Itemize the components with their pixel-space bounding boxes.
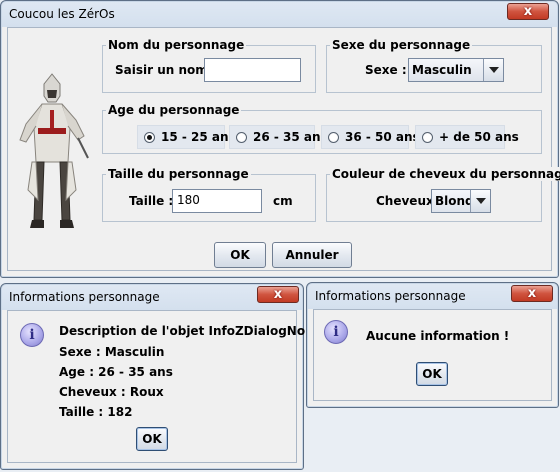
info-dialog-titlebar[interactable]: Informations personnage x [1, 284, 303, 310]
info-line-hair: Cheveux : Roux [59, 385, 164, 399]
name-input[interactable] [204, 58, 301, 82]
empty-info-dialog-close-button[interactable]: x [511, 285, 553, 302]
ok-button[interactable]: OK [214, 242, 266, 268]
close-icon: x [523, 4, 533, 19]
sex-select-value: Masculin [412, 63, 472, 77]
radio-icon [236, 131, 247, 143]
radio-icon [422, 131, 433, 143]
size-group: Taille du personnage Taille : 180 cm [102, 167, 316, 222]
hair-label: Cheveux [376, 194, 434, 208]
sex-group-legend: Sexe du personnage [330, 38, 473, 52]
size-group-legend: Taille du personnage [106, 167, 251, 181]
age-radio-0[interactable]: 15 - 25 ans [137, 125, 236, 149]
info-dialog: Informations personnage x i Description … [0, 283, 377, 470]
empty-info-dialog: Informations personnage x i Aucune infor… [306, 282, 559, 408]
empty-info-message: Aucune information ! [366, 329, 510, 343]
close-icon: x [527, 286, 537, 301]
hair-select-value: Blond [435, 194, 474, 208]
info-ok-button[interactable]: OK [136, 427, 168, 451]
age-radio-1[interactable]: 26 - 35 ans [229, 125, 328, 149]
age-radio-3-label: + de 50 ans [439, 130, 519, 144]
name-group: Nom du personnage Saisir un nom : [102, 38, 316, 93]
size-unit: cm [273, 194, 293, 208]
info-line-sex: Sexe : Masculin [59, 345, 165, 359]
size-input[interactable]: 180 [172, 189, 262, 213]
sex-select[interactable]: Masculin [408, 58, 504, 82]
main-dialog-content: Nom du personnage Saisir un nom : Sexe d… [7, 27, 560, 271]
main-dialog-title: Coucou les ZérOs [9, 7, 115, 21]
size-label: Taille : [129, 194, 174, 208]
age-radio-2-label: 36 - 50 ans [345, 130, 420, 144]
age-group-legend: Age du personnage [106, 103, 242, 117]
age-radio-1-label: 26 - 35 ans [253, 130, 328, 144]
chevron-down-icon [488, 67, 499, 73]
main-dialog-close-button[interactable]: x [507, 3, 549, 20]
hair-group-legend: Couleur de cheveux du personnage [330, 167, 560, 181]
character-image [19, 73, 89, 228]
sex-label: Sexe : [365, 63, 407, 77]
info-dialog-content: i Description de l'objet InfoZDialogNom … [7, 310, 377, 463]
hair-select[interactable]: Blond [431, 189, 491, 213]
empty-info-dialog-content: i Aucune information ! OK [313, 309, 552, 401]
close-icon: x [273, 287, 283, 302]
age-group: Age du personnage 15 - 25 ans 26 - 35 an… [102, 103, 542, 154]
age-radio-0-label: 15 - 25 ans [161, 130, 236, 144]
sex-select-arrow[interactable] [483, 59, 503, 81]
main-dialog-titlebar[interactable]: Coucou les ZérOs x [1, 1, 558, 27]
empty-info-ok-button[interactable]: OK [416, 362, 448, 386]
info-icon: i [324, 320, 348, 344]
info-dialog-close-button[interactable]: x [257, 286, 299, 303]
name-label: Saisir un nom : [115, 63, 217, 77]
info-line-size: Taille : 182 [59, 405, 133, 419]
radio-icon [328, 131, 339, 143]
info-line-age: Age : 26 - 35 ans [59, 365, 173, 379]
info-dialog-title: Informations personnage [9, 290, 160, 304]
sex-group: Sexe du personnage Sexe : Masculin [326, 38, 542, 93]
chevron-down-icon [475, 198, 486, 204]
age-radio-2[interactable]: 36 - 50 ans [321, 125, 420, 149]
empty-info-dialog-title: Informations personnage [315, 289, 466, 303]
empty-info-dialog-titlebar[interactable]: Informations personnage x [307, 283, 558, 309]
name-group-legend: Nom du personnage [106, 38, 247, 52]
radio-selected-icon [144, 131, 155, 143]
info-icon: i [20, 323, 44, 347]
age-radio-3[interactable]: + de 50 ans [415, 125, 519, 149]
hair-group: Couleur de cheveux du personnage Cheveux… [326, 167, 560, 222]
main-dialog: Coucou les ZérOs x Nom du personnage Sai… [0, 0, 560, 278]
hair-select-arrow[interactable] [470, 190, 490, 212]
cancel-button[interactable]: Annuler [272, 242, 352, 268]
